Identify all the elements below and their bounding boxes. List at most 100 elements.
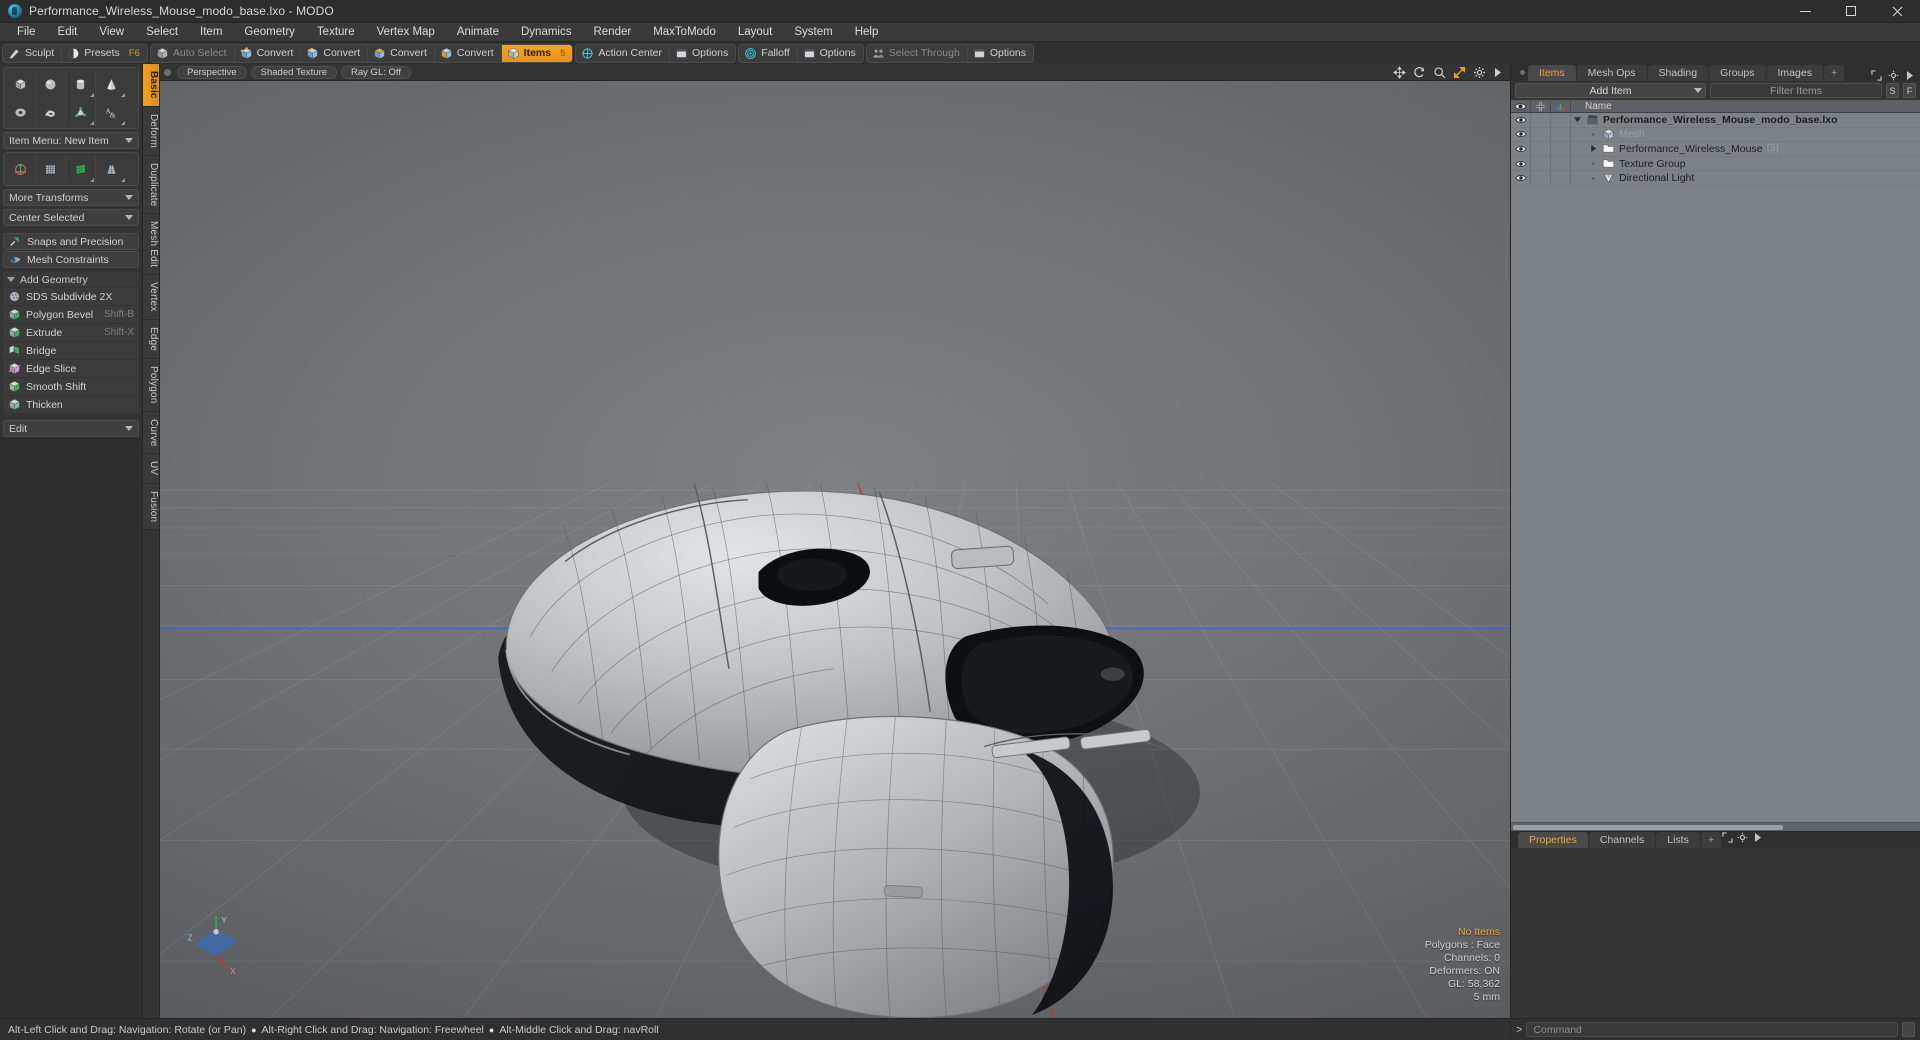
toolbar-button-action-center-2-0[interactable]: Action Center [576, 44, 671, 62]
filter-scope-button[interactable]: S [1886, 83, 1899, 98]
primitive-cell-spiral-primitive-icon[interactable] [36, 98, 66, 126]
more-transforms-dropdown[interactable]: More Transforms [3, 189, 139, 206]
geometry-item-extrude[interactable]: Extrude Shift-X [3, 324, 139, 342]
menu-item-select[interactable]: Select [135, 23, 189, 42]
toolbar-button-convert-1-4[interactable]: Convert [435, 44, 502, 62]
right-tab-images[interactable]: Images [1766, 65, 1823, 81]
items-tree[interactable]: Performance_Wireless_Mouse_modo_base.lxo… [1511, 113, 1920, 822]
3d-viewport[interactable]: Y X Z No Items Polygons : Face Channels:… [160, 81, 1510, 1018]
row-lock-cell[interactable] [1531, 156, 1551, 171]
property-tab-properties[interactable]: Properties [1518, 832, 1588, 848]
row-visibility-toggle[interactable] [1511, 127, 1531, 142]
primitive-cell-torus-primitive-icon[interactable] [6, 98, 36, 126]
geometry-item-smooth-shift[interactable]: Smooth Shift [3, 378, 139, 396]
item-menu-dropdown[interactable]: Item Menu: New Item [3, 132, 139, 149]
menu-item-file[interactable]: File [6, 23, 47, 42]
viewport-menu-dot-icon[interactable] [164, 68, 171, 76]
tool-tab-curve[interactable]: Curve [143, 411, 159, 455]
geometry-item-bridge[interactable]: Bridge [3, 342, 139, 360]
viewport-menu-arrow-icon[interactable] [1493, 67, 1502, 78]
row-axis-cell[interactable] [1551, 170, 1571, 186]
row-axis-cell[interactable] [1551, 141, 1571, 157]
toolbar-button-select-through-4-0[interactable]: Select Through [867, 44, 968, 62]
filter-favorites-button[interactable]: F [1903, 83, 1916, 98]
panel-menu-arrow-icon[interactable] [1905, 70, 1914, 81]
geometry-item-sds-subdivide-2x[interactable]: SDS Subdivide 2X [3, 288, 139, 306]
menu-item-view[interactable]: View [88, 23, 135, 42]
row-visibility-toggle[interactable] [1511, 170, 1531, 186]
property-tab-add[interactable]: + [1700, 832, 1721, 848]
right-tab-groups[interactable]: Groups [1709, 65, 1766, 81]
geometry-item-edge-slice[interactable]: Edge Slice [3, 360, 139, 378]
menu-item-texture[interactable]: Texture [306, 23, 366, 42]
transform-cell-taper-deform-icon[interactable] [96, 155, 126, 183]
col-lock-header[interactable] [1531, 99, 1551, 113]
primitive-cell-cube-primitive-icon[interactable] [6, 70, 36, 98]
right-tab-mesh-ops[interactable]: Mesh Ops [1576, 65, 1647, 81]
menu-item-system[interactable]: System [783, 23, 843, 42]
row-name-cell[interactable]: Mesh [1571, 128, 1920, 141]
property-tab-lists[interactable]: Lists [1656, 832, 1700, 848]
menu-item-render[interactable]: Render [582, 23, 642, 42]
table-row[interactable]: Performance_Wireless_Mouse_modo_base.lxo [1511, 113, 1920, 128]
table-row[interactable]: Mesh [1511, 127, 1920, 143]
eye-visibility-icon[interactable] [1514, 174, 1527, 182]
eye-visibility-icon[interactable] [1514, 145, 1527, 153]
menu-item-maxtomodo[interactable]: MaxToModo [642, 23, 727, 42]
toolbar-button-options-3-1[interactable]: Options [798, 45, 863, 62]
toggle-snaps-and-precision[interactable]: Snaps and Precision [3, 233, 139, 250]
col-visibility-header[interactable] [1511, 99, 1531, 113]
tool-tab-duplicate[interactable]: Duplicate [143, 155, 159, 215]
row-visibility-toggle[interactable] [1511, 141, 1531, 157]
row-lock-cell[interactable] [1531, 170, 1551, 186]
row-lock-cell[interactable] [1531, 141, 1551, 157]
panel-menu-arrow-icon[interactable] [1753, 832, 1762, 843]
toolbar-button-convert-1-2[interactable]: Convert [301, 44, 369, 62]
right-tab-items[interactable]: Items [1528, 65, 1576, 81]
fit-view-icon[interactable] [1453, 66, 1466, 79]
edit-dropdown[interactable]: Edit [3, 420, 139, 437]
viewport-settings-gear-icon[interactable] [1473, 66, 1486, 79]
zoom-view-icon[interactable] [1433, 66, 1446, 79]
center-selected-dropdown[interactable]: Center Selected [3, 209, 139, 226]
panel-menu-dot-icon[interactable] [1517, 64, 1527, 81]
items-tree-hscrollbar[interactable] [1511, 822, 1920, 831]
toolbar-button-convert-1-3[interactable]: Convert [368, 44, 435, 62]
row-lock-cell[interactable] [1531, 113, 1551, 128]
tool-tab-deform[interactable]: Deform [143, 106, 159, 156]
toolbar-button-items-1-5[interactable]: Items 5 [501, 44, 573, 62]
row-name-cell[interactable]: Texture Group [1571, 157, 1920, 170]
tool-tab-uv[interactable]: UV [143, 454, 159, 484]
axis-gizmo[interactable]: Y X Z [186, 914, 248, 976]
geometry-item-polygon-bevel[interactable]: Polygon Bevel Shift-B [3, 306, 139, 324]
transform-cell-shear-deform-icon[interactable] [66, 155, 96, 183]
panel-options-icon[interactable] [1737, 832, 1748, 843]
row-axis-cell[interactable] [1551, 156, 1571, 171]
primitive-cell-cone-primitive-icon[interactable] [96, 70, 126, 98]
panel-maximize-icon[interactable] [1722, 832, 1733, 843]
tool-tab-vertex[interactable]: Vertex [143, 275, 159, 320]
toolbar-button-options-4-1[interactable]: Options [968, 45, 1033, 62]
toolbar-button-sculpt-0-0[interactable]: Sculpt [3, 44, 63, 62]
filter-items-input[interactable]: Filter Items [1710, 83, 1882, 98]
menu-item-edit[interactable]: Edit [47, 23, 89, 42]
view-mode-chip[interactable]: Perspective [177, 65, 247, 79]
toolbar-button-auto-select-1-0[interactable]: Auto Select [151, 44, 235, 62]
menu-item-item[interactable]: Item [189, 23, 233, 42]
tool-tab-fusion[interactable]: Fusion [143, 483, 159, 530]
primitive-cell-polygon-tool-icon[interactable] [66, 98, 96, 126]
menu-item-vertex-map[interactable]: Vertex Map [366, 23, 446, 42]
tool-tab-polygon[interactable]: Polygon [143, 359, 159, 412]
menu-item-help[interactable]: Help [844, 23, 890, 42]
panel-maximize-icon[interactable] [1871, 70, 1882, 81]
tool-tab-basic[interactable]: Basic [143, 64, 159, 107]
toolbar-button-falloff-3-0[interactable]: Falloff [739, 44, 798, 62]
right-tab-shading[interactable]: Shading [1647, 65, 1709, 81]
rotate-view-icon[interactable] [1413, 66, 1426, 79]
menu-item-layout[interactable]: Layout [727, 23, 784, 42]
menu-item-geometry[interactable]: Geometry [233, 23, 306, 42]
shading-mode-chip[interactable]: Shaded Texture [250, 65, 338, 79]
row-lock-cell[interactable] [1531, 127, 1551, 142]
primitive-cell-cylinder-primitive-icon[interactable] [66, 70, 96, 98]
row-visibility-toggle[interactable] [1511, 113, 1531, 128]
